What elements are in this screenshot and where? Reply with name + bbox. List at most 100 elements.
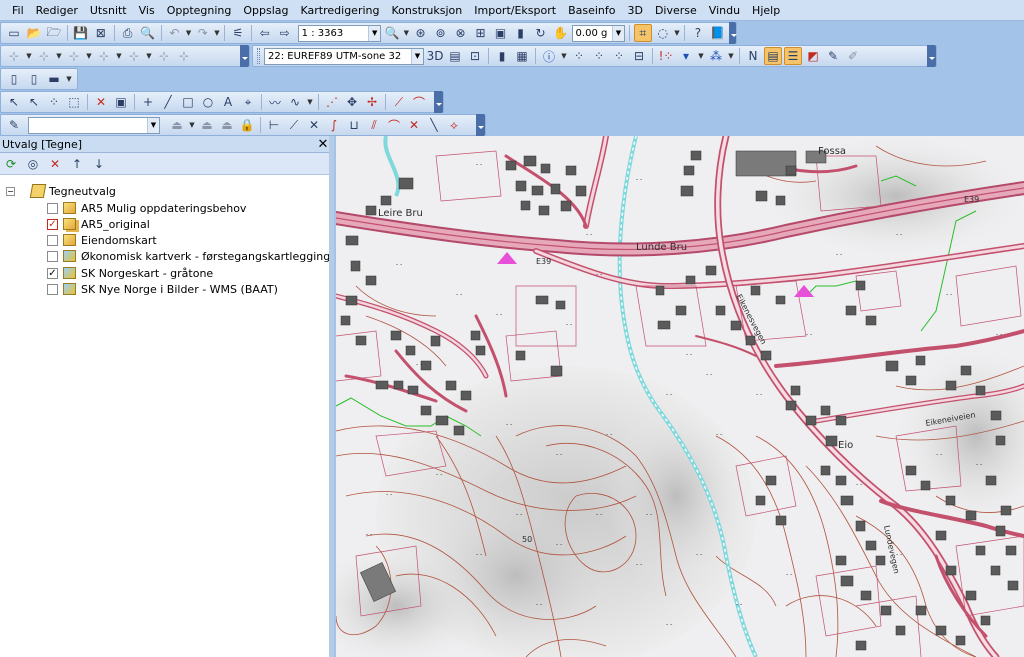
menu-konstruksjon[interactable]: Konstruksjon — [385, 0, 468, 21]
help-book-icon[interactable]: 📘 — [709, 24, 727, 42]
lock-icon[interactable]: 🔒 — [238, 116, 256, 134]
menu-vis[interactable]: Vis — [133, 0, 161, 21]
layer-checkbox[interactable]: ✓ — [47, 267, 58, 279]
info-panel-icon[interactable]: ▯ — [5, 70, 23, 88]
toolbar-options-icon[interactable] — [240, 45, 249, 67]
ruler-icon[interactable]: ▬ — [45, 70, 63, 88]
undo-icon[interactable]: ↶ — [165, 24, 183, 42]
layer-item[interactable]: ✓ SK Norgeskart - gråtone — [47, 265, 213, 281]
select-edit-icon[interactable]: ↖ — [25, 93, 43, 111]
chevron-down-icon[interactable]: ▼ — [368, 25, 381, 41]
stamp-fill-icon[interactable]: ⏏ — [218, 116, 236, 134]
save-icon[interactable]: 💾 — [72, 24, 90, 42]
weight-combo[interactable]: 0.00 g ▼ — [571, 24, 625, 42]
move-icon[interactable]: ✥ — [343, 93, 361, 111]
refresh-icon[interactable]: ↻ — [532, 24, 550, 42]
redo-icon[interactable]: ↷ — [194, 24, 212, 42]
curve-icon[interactable]: 〰 — [266, 93, 284, 111]
zoom-dropdown-icon[interactable]: ▼ — [403, 24, 409, 42]
layer-combo[interactable]: ▼ — [28, 116, 160, 134]
snap-center-icon[interactable]: ⊹ — [155, 47, 173, 65]
arc-tool-icon[interactable]: ⌒ — [385, 116, 403, 134]
extend-line-icon[interactable]: ⟋ — [285, 116, 303, 134]
menu-import-eksport[interactable]: Import/Eksport — [468, 0, 562, 21]
info-table-icon[interactable]: ⊟ — [630, 47, 648, 65]
dropdown-icon[interactable]: ▼ — [85, 47, 93, 65]
north-arrow-icon[interactable]: N — [744, 47, 762, 65]
select-rectangle-icon[interactable]: ⬚ — [65, 93, 83, 111]
snap-vertex-icon[interactable]: ⊹ — [65, 47, 83, 65]
dropdown-icon[interactable]: ▼ — [115, 47, 123, 65]
back-arrow-icon[interactable]: ⇦ — [256, 24, 274, 42]
snap-end-icon[interactable]: ⊹ — [125, 47, 143, 65]
collapse-icon[interactable]: − — [6, 186, 15, 196]
line-icon[interactable]: ╱ — [159, 93, 177, 111]
open-folder-icon[interactable]: 📂 — [25, 24, 43, 42]
dropdown-icon[interactable]: ▼ — [65, 70, 73, 88]
trim-icon[interactable]: ╲ — [425, 116, 443, 134]
map-canvas[interactable]: - - - - - - - - - - - - - - - - - - - - - - - - -… — [336, 136, 1024, 657]
layer-checkbox[interactable] — [47, 250, 58, 262]
dropdown-icon[interactable]: ▼ — [55, 47, 63, 65]
stamp-alt-icon[interactable]: ⏏ — [198, 116, 216, 134]
layer-edit-icon[interactable]: ✎ — [5, 116, 23, 134]
menu-kartredigering[interactable]: Kartredigering — [295, 0, 386, 21]
lasso-dropdown-icon[interactable]: ▼ — [674, 24, 680, 42]
highlight-icon[interactable]: ✎ — [824, 47, 842, 65]
layer-checkbox[interactable] — [47, 283, 58, 295]
print-icon[interactable]: ⎙ — [119, 24, 137, 42]
info-point-icon[interactable]: ⁘ — [570, 47, 588, 65]
layer-checkbox[interactable] — [47, 234, 58, 246]
raster-image-icon[interactable]: ◩ — [804, 47, 822, 65]
menu-opptegning[interactable]: Opptegning — [161, 0, 238, 21]
delete-icon[interactable]: ✕ — [46, 155, 64, 173]
select-filter-icon[interactable]: ▾ — [677, 47, 695, 65]
zoom-icon[interactable]: 🔍 — [383, 24, 401, 42]
layer-list-icon[interactable]: ☰ — [784, 47, 802, 65]
print-preview-icon[interactable]: 🔍 — [139, 24, 157, 42]
circle-icon[interactable]: ○ — [199, 93, 217, 111]
layer-properties-icon[interactable]: ⚟ — [229, 24, 247, 42]
arc-icon[interactable]: ⌒ — [410, 93, 428, 111]
gps-icon[interactable]: ▮ — [493, 47, 511, 65]
info-area-icon[interactable]: ⁘ — [610, 47, 628, 65]
image-icon[interactable]: ▦ — [513, 47, 531, 65]
toolbar-options-icon[interactable] — [476, 114, 485, 136]
zoom-selection-icon[interactable]: ⊚ — [432, 24, 450, 42]
join-icon[interactable]: ⊔ — [345, 116, 363, 134]
zoom-extent-icon[interactable]: ⊛ — [412, 24, 430, 42]
info-select-icon[interactable]: !⁘ — [657, 47, 675, 65]
info-dropdown-icon[interactable]: ▼ — [560, 47, 568, 65]
dropdown-icon[interactable]: ▼ — [697, 47, 705, 65]
chain-icon[interactable]: ⟡ — [445, 116, 463, 134]
dropdown-icon[interactable]: ▼ — [25, 47, 33, 65]
offset-icon[interactable]: ⫽ — [365, 116, 383, 134]
projection-combo[interactable]: 22: EUREF89 UTM-sone 32 ▼ — [264, 47, 424, 65]
rotate-icon[interactable]: ✢ — [363, 93, 381, 111]
layer-item[interactable]: Eiendomskart — [47, 232, 157, 248]
menu-baseinfo[interactable]: Baseinfo — [562, 0, 621, 21]
toolbar-options-icon[interactable] — [728, 22, 738, 44]
new-file-icon[interactable]: ▭ — [5, 24, 23, 42]
undo-dropdown-icon[interactable]: ▼ — [185, 24, 191, 42]
map-view[interactable]: - - - - - - - - - - - - - - - - - - - - - - - - -… — [336, 136, 1024, 657]
menu-hjelp[interactable]: Hjelp — [746, 0, 786, 21]
cut-icon[interactable]: ✕ — [405, 116, 423, 134]
layer-table-icon[interactable]: ▤ — [764, 47, 782, 65]
tree-root[interactable]: − Tegneutvalg — [6, 183, 116, 199]
layer-item[interactable]: ✓ AR5_original — [47, 216, 150, 232]
help-icon[interactable]: ? — [689, 24, 707, 42]
layer-item[interactable]: AR5 Mulig oppdateringsbehov — [47, 200, 246, 216]
bezier-icon[interactable]: ∫ — [325, 116, 343, 134]
snap-icon[interactable]: ⌗ — [633, 24, 652, 42]
layer-checkbox[interactable] — [47, 202, 58, 214]
layer-item[interactable]: Økonomisk kartverk - førstegangskartlegg… — [47, 248, 330, 264]
properties-icon[interactable]: ▣ — [112, 93, 130, 111]
text-icon[interactable]: A — [219, 93, 237, 111]
text-panel-icon[interactable]: ▯ — [25, 70, 43, 88]
coordinate-icon[interactable]: ⊡ — [466, 47, 484, 65]
toolbar-grip[interactable] — [257, 48, 260, 64]
pin-icon[interactable]: ✐ — [844, 47, 862, 65]
layer-item[interactable]: SK Nye Norge i Bilder - WMS (BAAT) — [47, 281, 278, 297]
info-line-icon[interactable]: ⁘ — [590, 47, 608, 65]
